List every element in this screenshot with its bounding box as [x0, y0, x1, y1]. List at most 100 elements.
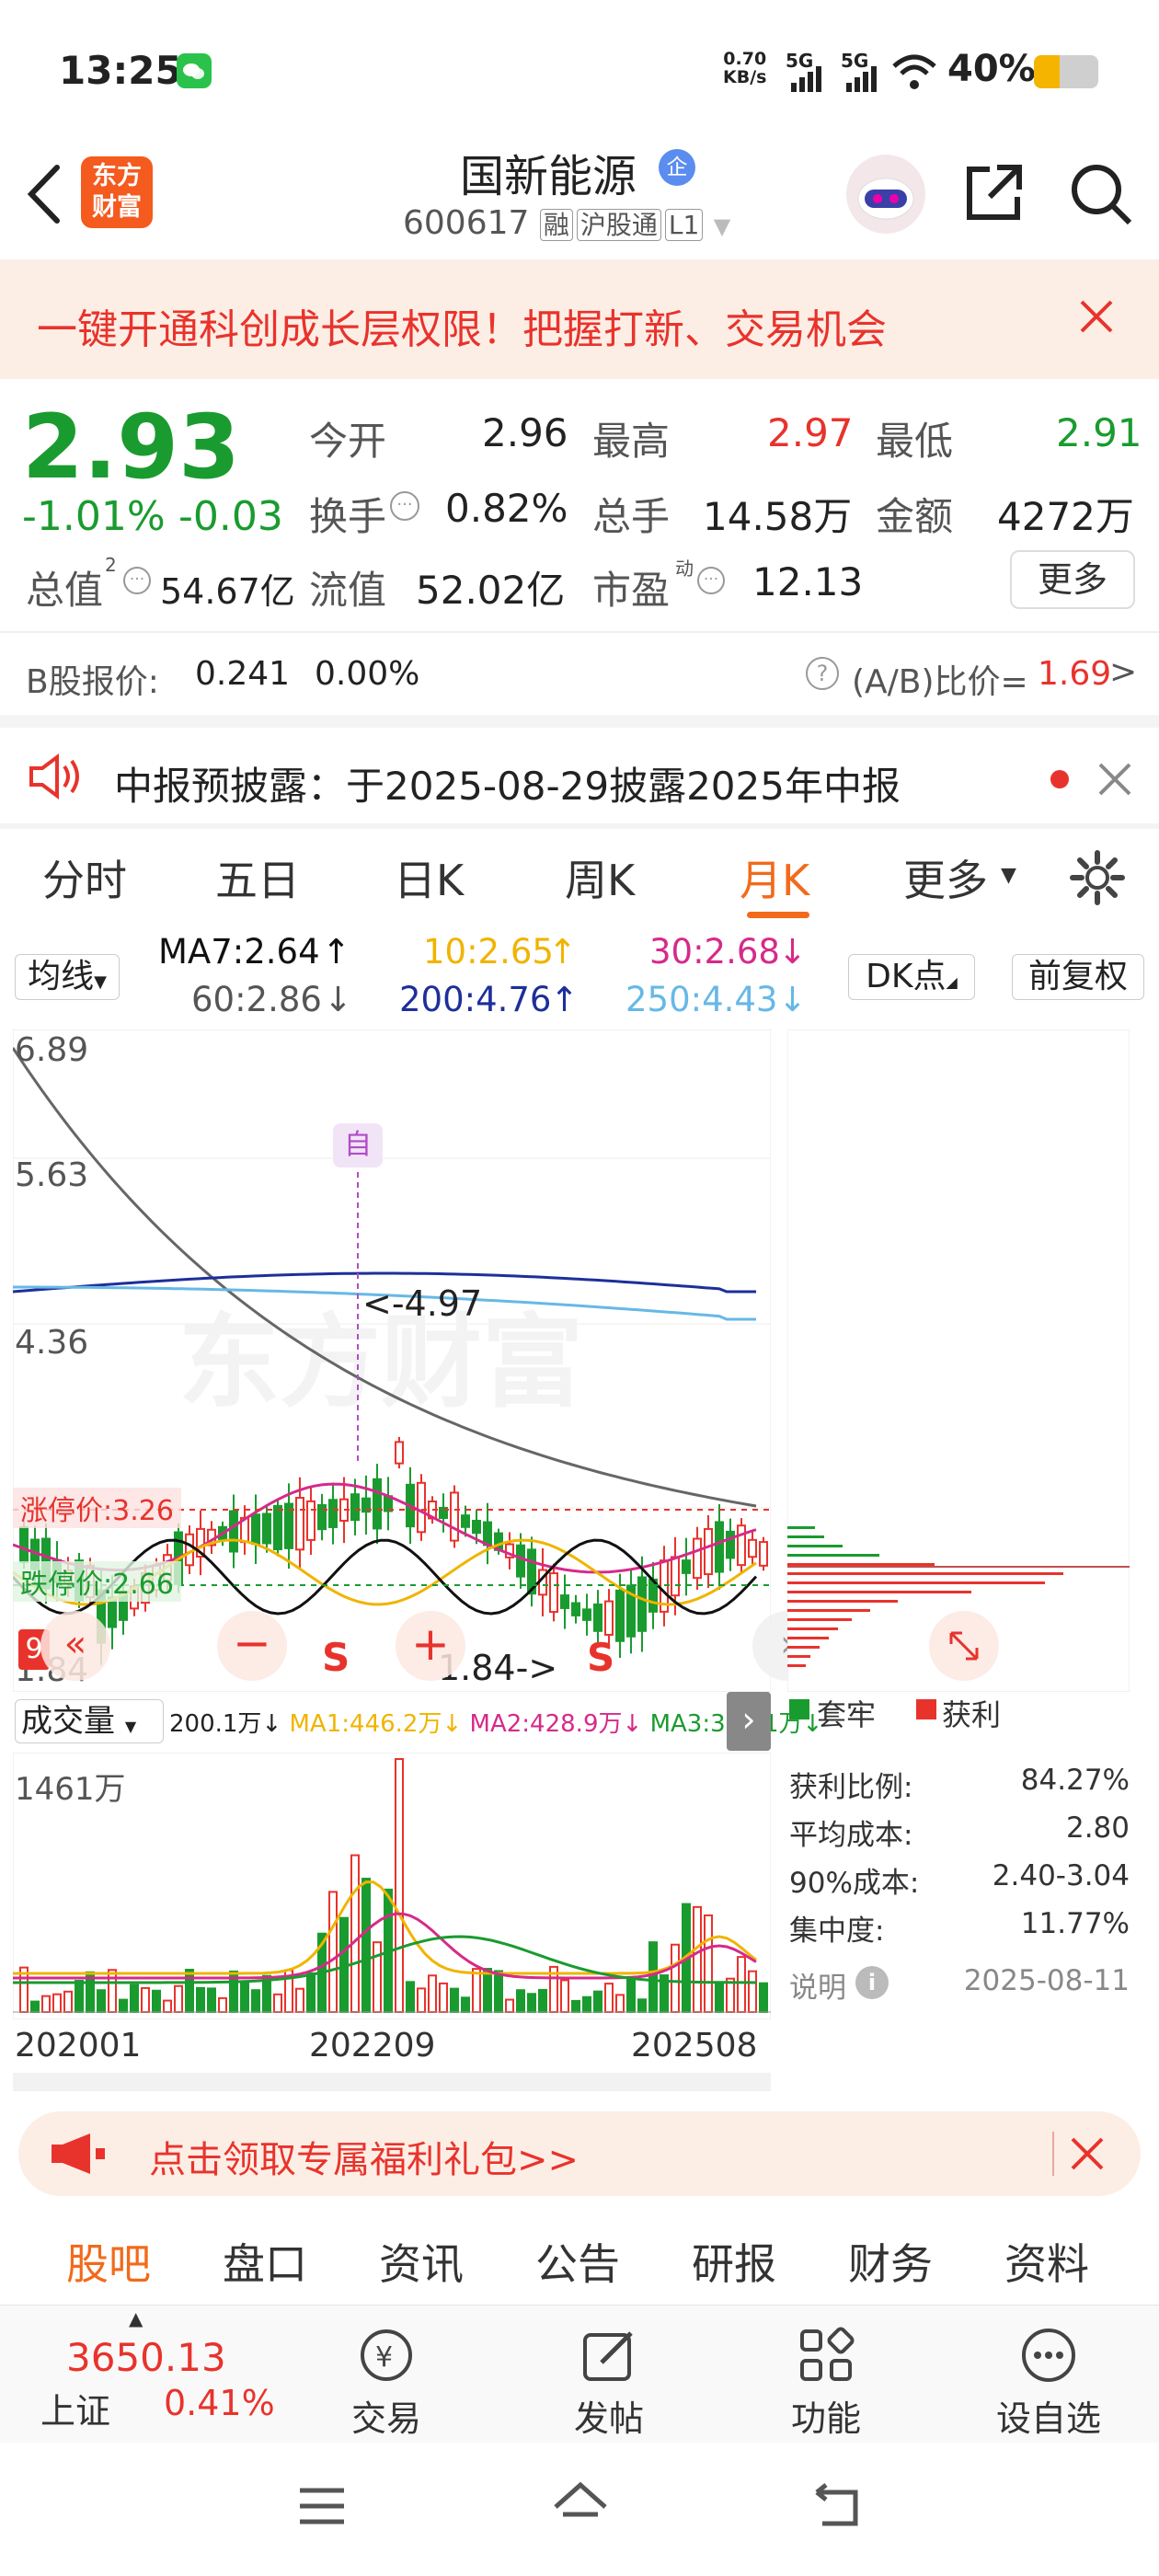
- max-price-label: <-4.97: [362, 1283, 483, 1324]
- candle: [417, 1481, 426, 1534]
- b-share-pct: 0.00%: [315, 655, 420, 693]
- tab-announcement[interactable]: 公告: [535, 2231, 620, 2292]
- back-arrow-icon[interactable]: [22, 162, 66, 226]
- volume-bar: [30, 2000, 40, 2013]
- nav-post[interactable]: 发帖: [535, 2306, 683, 2441]
- tab-weekly-k[interactable]: 周K: [565, 847, 635, 908]
- share-icon[interactable]: [962, 160, 1027, 224]
- sell-signal-1[interactable]: S: [322, 1635, 350, 1680]
- volume-bar: [361, 1878, 371, 2013]
- scroll-left-button[interactable]: «: [40, 1611, 110, 1681]
- tab-finance[interactable]: 财务: [848, 2231, 933, 2292]
- volume-select[interactable]: 成交量 ▼: [15, 1699, 164, 1743]
- vol-value: 200.1万: [169, 1710, 262, 1738]
- candle: [483, 1521, 492, 1547]
- candle: [726, 1530, 735, 1559]
- dk-button[interactable]: DK点◢: [848, 954, 975, 1000]
- candle: [295, 1497, 304, 1551]
- more-button[interactable]: 更多: [1010, 550, 1135, 609]
- app-logo[interactable]: 东方 财富: [81, 156, 153, 228]
- earnings-notice[interactable]: 中报预披露：于2025-08-29披露2025年中报: [0, 715, 1159, 823]
- ma30-arrow: ↓: [778, 932, 808, 972]
- help-icon[interactable]: ?: [806, 657, 839, 690]
- profit-ratio-label: 获利比例:: [789, 1771, 913, 1804]
- gear-icon[interactable]: [1069, 849, 1126, 906]
- caret-down-icon[interactable]: ▼: [714, 213, 730, 239]
- tab-pankou[interactable]: 盘口: [223, 2231, 307, 2292]
- tab-news[interactable]: 资讯: [379, 2231, 464, 2292]
- open-label: 今开: [309, 419, 387, 464]
- volume-bar: [439, 1982, 448, 2014]
- index-name: 上证: [40, 2391, 111, 2432]
- net-speed-value: 0.70: [723, 49, 767, 69]
- candle: [593, 1603, 602, 1632]
- volume-ma-line: 200.1万↓ MA1:446.2万↓ MA2:428.9万↓ MA3:364.…: [169, 1710, 823, 1738]
- candle: [615, 1589, 625, 1642]
- info-icon[interactable]: i: [855, 1966, 889, 1999]
- dk-label: DK点: [866, 958, 947, 995]
- robot-assistant-icon[interactable]: [846, 155, 925, 234]
- promo-text: 点击领取专属福利礼包>>: [149, 2139, 580, 2181]
- menu-icon[interactable]: [296, 2483, 348, 2529]
- nav-function[interactable]: 功能: [752, 2306, 900, 2441]
- chip-note[interactable]: 说明: [789, 1964, 846, 2006]
- self-marker[interactable]: 自: [333, 1123, 383, 1167]
- tag-connect: 沪股通: [576, 209, 661, 241]
- b-share-label: B股报价:: [26, 663, 159, 701]
- volume-chart[interactable]: [13, 1753, 771, 2019]
- close-icon[interactable]: [1069, 2135, 1106, 2172]
- promo-banner[interactable]: 点击领取专属福利礼包>>: [18, 2111, 1141, 2196]
- expand-icon: [949, 1631, 979, 1661]
- candle: [395, 1441, 404, 1465]
- tab-profile[interactable]: 资料: [1004, 2231, 1089, 2292]
- nav-add-watchlist[interactable]: 设自选: [975, 2306, 1122, 2441]
- net-speed: 0.70 KB/s: [723, 50, 766, 86]
- back-icon[interactable]: [809, 2483, 865, 2529]
- volume-bar: [759, 1982, 768, 2013]
- volume-bar: [483, 1968, 492, 2013]
- sell-signal-2[interactable]: S: [587, 1635, 614, 1680]
- concentration-value: 11.77%: [1020, 1907, 1130, 1940]
- tab-more[interactable]: 更多: [903, 847, 988, 908]
- expand-button[interactable]: [929, 1611, 999, 1681]
- info-dots-icon[interactable]: ···: [697, 567, 725, 594]
- ma-select[interactable]: 均线▼: [15, 954, 120, 1000]
- tab-daily-k[interactable]: 日K: [394, 847, 464, 908]
- tab-intraday[interactable]: 分时: [42, 847, 127, 908]
- info-dots-icon[interactable]: ···: [123, 567, 151, 594]
- tab-5day[interactable]: 五日: [215, 847, 300, 908]
- search-icon[interactable]: [1067, 160, 1135, 228]
- kcb-banner[interactable]: 一键开通科创成长层权限！把握打新、交易机会: [0, 259, 1159, 379]
- scroll-track[interactable]: [13, 2073, 771, 2091]
- ma250-value: 250:4.43: [625, 980, 778, 1019]
- candle: [328, 1499, 338, 1528]
- chip-distribution[interactable]: [787, 1029, 1130, 1692]
- expand-volume-button[interactable]: ›: [727, 1692, 771, 1751]
- cost-90-value: 2.40-3.04: [992, 1859, 1130, 1892]
- tab-guba[interactable]: 股吧: [66, 2231, 151, 2292]
- close-icon[interactable]: [1096, 761, 1133, 798]
- adjust-button[interactable]: 前复权: [1012, 954, 1144, 1000]
- legend-profit-swatch: [916, 1699, 936, 1719]
- period-tabs: 分时 五日 日K 周K 月K 更多 ▼: [0, 823, 1159, 925]
- tab-research[interactable]: 研报: [692, 2231, 776, 2292]
- ma200-arrow: ↑: [550, 980, 580, 1019]
- caret-up-icon[interactable]: ▲: [129, 2307, 143, 2329]
- tab-monthly-k[interactable]: 月K: [740, 847, 809, 908]
- candle: [450, 1491, 459, 1542]
- info-dots-icon[interactable]: ···: [390, 491, 419, 521]
- turnover-value: 0.82%: [445, 486, 568, 531]
- index-value[interactable]: 3650.13: [66, 2335, 226, 2380]
- close-icon[interactable]: [1076, 296, 1117, 337]
- chip-bar: [787, 1655, 810, 1658]
- net-speed-unit: KB/s: [723, 67, 767, 87]
- limit-down-tag: 跌停价:2.66: [13, 1561, 181, 1602]
- zoom-out-button[interactable]: −: [217, 1611, 287, 1681]
- candle: [461, 1514, 470, 1528]
- nav-add-watchlist-label: 设自选: [995, 2398, 1101, 2439]
- zoom-in-button[interactable]: +: [396, 1611, 465, 1681]
- chevron-right-icon[interactable]: >: [1109, 653, 1137, 691]
- candle: [472, 1519, 481, 1535]
- home-icon[interactable]: [550, 2479, 611, 2533]
- nav-trade[interactable]: ¥ 交易: [313, 2306, 460, 2441]
